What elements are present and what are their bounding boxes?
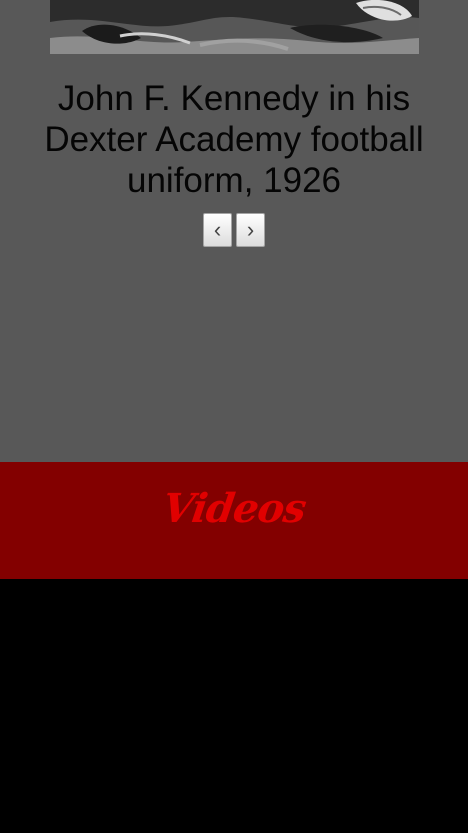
- previous-photo-button[interactable]: ‹: [203, 213, 232, 247]
- next-photo-button[interactable]: ›: [236, 213, 265, 247]
- historical-photo: [50, 0, 419, 54]
- videos-heading: Videos: [159, 485, 309, 532]
- video-content-area: [0, 579, 468, 833]
- photo-caption: John F. Kennedy in his Dexter Academy fo…: [44, 79, 424, 200]
- photo-gallery-section: John F. Kennedy in his Dexter Academy fo…: [0, 0, 468, 462]
- mobile-page: John F. Kennedy in his Dexter Academy fo…: [0, 0, 468, 833]
- gallery-navigation: ‹ ›: [203, 213, 267, 247]
- chevron-right-icon: ›: [246, 217, 255, 242]
- chevron-left-icon: ‹: [213, 217, 222, 242]
- photo-image: [50, 0, 419, 54]
